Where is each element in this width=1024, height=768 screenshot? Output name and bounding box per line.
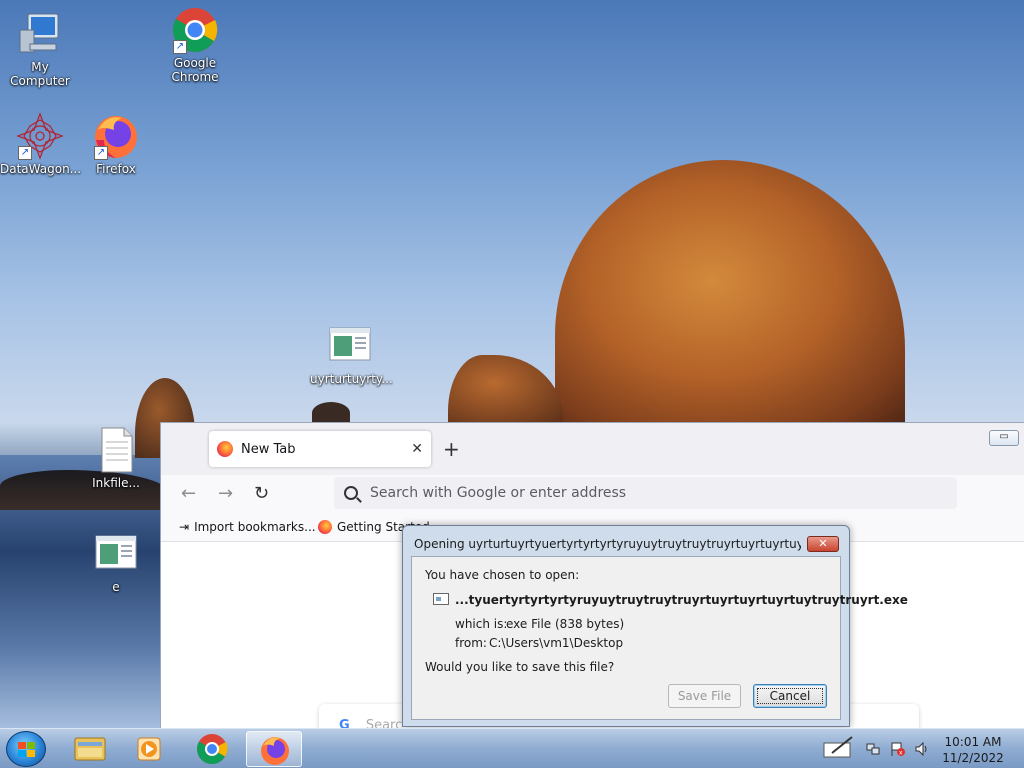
save-question: Would you like to save this file? xyxy=(425,660,615,674)
reload-button[interactable]: ↻ xyxy=(254,483,269,504)
firefox-icon xyxy=(261,737,289,765)
from-label: from: xyxy=(455,636,487,650)
which-is-label: which is: xyxy=(455,617,508,631)
desktop-icon-label: Firefox xyxy=(96,162,136,176)
windows-explorer-icon xyxy=(74,737,106,761)
wallpaper-rock-small xyxy=(448,355,563,425)
desktop-icon-exe-file[interactable]: uyrturtuyrty... xyxy=(310,322,393,386)
dialog-body: You have chosen to open: ...tyuertyrtyrt… xyxy=(411,556,908,720)
shortcut-arrow-icon: ↗ xyxy=(94,146,108,160)
dialog-title: Opening uyrturtuyrtyuertyrtyrtyrtyruyuyt… xyxy=(414,537,801,551)
media-player-icon xyxy=(137,737,161,761)
desktop-icon-label: Google Chrome xyxy=(171,56,219,84)
desktop-icon-label: Inkfile... xyxy=(92,476,140,490)
taskbar-explorer[interactable] xyxy=(62,731,118,767)
file-name: ...tyuertyrtyrtyrtyruyuytruytruytruyrtuy… xyxy=(455,593,908,607)
search-icon xyxy=(344,486,358,500)
exe-file-icon xyxy=(433,593,449,605)
desktop-icon-e[interactable]: e xyxy=(76,530,156,594)
exe-file-icon xyxy=(326,322,374,370)
taskbar-media-player[interactable] xyxy=(122,731,178,767)
tab-bar: New Tab ✕ + ▭ xyxy=(161,423,1024,475)
url-placeholder: Search with Google or enter address xyxy=(370,485,627,501)
from-value: C:\Users\vm1\Desktop xyxy=(489,636,624,650)
document-icon xyxy=(92,426,140,474)
clock-time: 10:01 AM xyxy=(944,735,1002,749)
back-button[interactable]: ← xyxy=(181,483,196,504)
bookmark-import[interactable]: ⇥ Import bookmarks... xyxy=(179,520,316,534)
firefox-icon: ↗ xyxy=(92,112,140,160)
desktop-icon-firefox[interactable]: ↗ Firefox xyxy=(76,112,156,176)
wallpaper-rock-small xyxy=(312,402,350,424)
desktop-icon-lnkfile[interactable]: Inkfile... xyxy=(76,426,156,490)
cancel-button[interactable]: Cancel xyxy=(753,684,827,708)
desktop-icon-label: e xyxy=(112,580,120,594)
chrome-icon xyxy=(196,734,228,765)
forward-button[interactable]: → xyxy=(218,483,233,504)
volume-icon[interactable] xyxy=(915,741,929,757)
firefox-icon xyxy=(318,520,332,534)
computer-icon xyxy=(16,10,64,58)
firefox-icon xyxy=(217,441,233,457)
minimize-button[interactable]: ▭ xyxy=(989,430,1019,446)
nav-bar: ← → ↻ Search with Google or enter addres… xyxy=(161,475,1024,515)
action-center-flag-icon[interactable]: x xyxy=(891,742,905,757)
download-dialog[interactable]: Opening uyrturtuyrtyuertyrtyrtyrtyruyuyt… xyxy=(402,525,908,727)
desktop-icon-google-chrome[interactable]: ↗ Google Chrome xyxy=(155,6,235,84)
desktop-icon-label: DataWagon... xyxy=(0,162,82,176)
desktop-icon-my-computer[interactable]: My Computer xyxy=(0,10,80,88)
windows-logo-icon xyxy=(18,742,36,758)
network-icon[interactable] xyxy=(866,742,880,756)
taskbar-firefox[interactable] xyxy=(246,731,302,767)
desktop-icon-label: uyrturtuyrty... xyxy=(310,372,393,386)
desktop-icon-label: My Computer xyxy=(10,60,70,88)
pen-input-icon[interactable] xyxy=(822,735,856,761)
chosen-label: You have chosen to open: xyxy=(425,568,580,582)
datawagon-icon: ↗ xyxy=(16,112,64,160)
shortcut-arrow-icon: ↗ xyxy=(173,40,187,54)
focus-ring xyxy=(757,688,823,704)
import-icon: ⇥ xyxy=(179,520,190,534)
start-button[interactable] xyxy=(6,731,46,767)
desktop-icon-datawagon[interactable]: ↗ DataWagon... xyxy=(0,112,82,176)
save-file-button[interactable]: Save File xyxy=(668,684,741,708)
taskbar: x 10:01 AM 11/2/2022 xyxy=(0,728,1024,768)
tab-new-tab[interactable]: New Tab ✕ xyxy=(209,431,431,467)
new-tab-button[interactable]: + xyxy=(443,437,460,461)
close-tab-icon[interactable]: ✕ xyxy=(411,441,423,457)
exe-file-icon xyxy=(92,530,140,578)
chrome-icon: ↗ xyxy=(171,6,219,54)
url-bar[interactable]: Search with Google or enter address xyxy=(334,477,957,509)
clock-date: 11/2/2022 xyxy=(942,751,1004,765)
svg-text:x: x xyxy=(899,750,903,757)
which-is-value: exe File (838 bytes) xyxy=(506,617,625,631)
tab-label: New Tab xyxy=(241,441,296,457)
taskbar-chrome[interactable] xyxy=(184,731,240,767)
dialog-close-button[interactable]: ✕ xyxy=(807,536,839,552)
shortcut-arrow-icon: ↗ xyxy=(18,146,32,160)
system-clock[interactable]: 10:01 AM 11/2/2022 xyxy=(938,734,1008,766)
wallpaper-rock xyxy=(555,160,905,430)
bookmark-label: Import bookmarks... xyxy=(194,520,316,534)
